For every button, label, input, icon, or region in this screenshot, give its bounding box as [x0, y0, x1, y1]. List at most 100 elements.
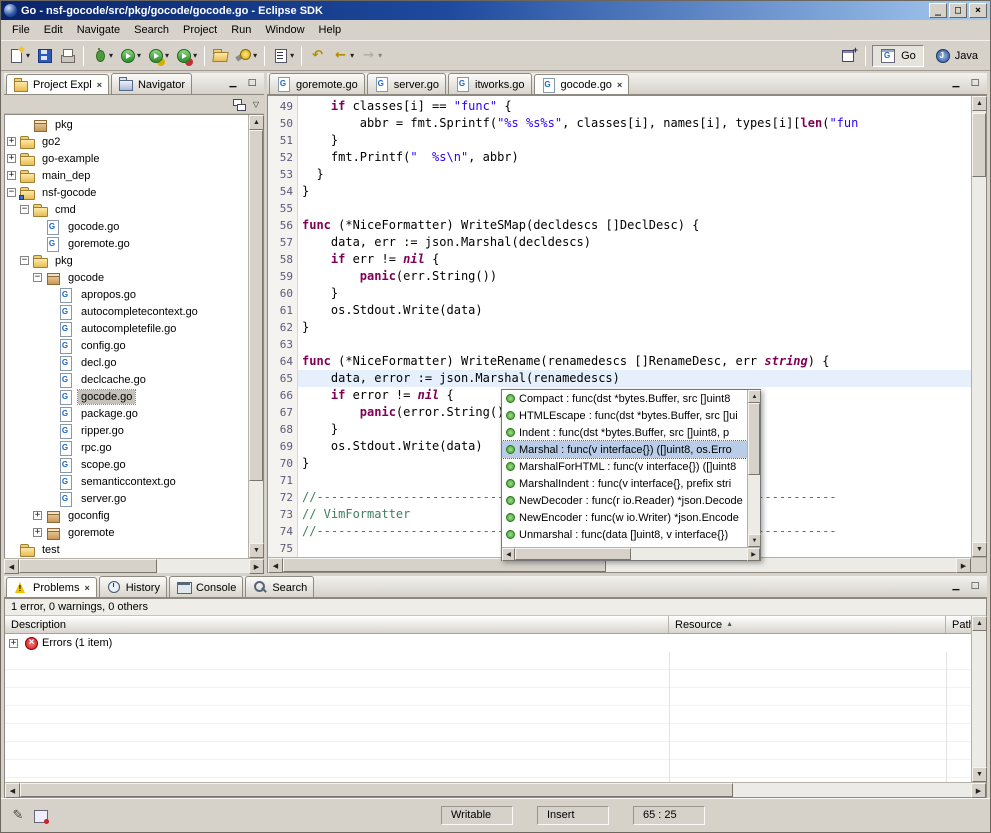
- scroll-thumb[interactable]: [515, 548, 631, 560]
- close-icon[interactable]: ×: [84, 583, 89, 593]
- tree-plus-icon[interactable]: +: [7, 171, 16, 180]
- scroll-thumb[interactable]: [19, 559, 157, 573]
- debug-button[interactable]: ▾: [88, 44, 116, 68]
- view-tab-navigator[interactable]: Navigator: [111, 73, 192, 94]
- view-tab-console[interactable]: Console: [169, 576, 243, 597]
- code-line[interactable]: func (*NiceFormatter) WriteRename(rename…: [298, 353, 971, 370]
- code-line[interactable]: os.Stdout.Write(data): [298, 302, 971, 319]
- scroll-up-icon[interactable]: ▲: [972, 96, 987, 111]
- scroll-down-icon[interactable]: ▼: [972, 542, 987, 557]
- code-line[interactable]: [298, 200, 971, 217]
- external-tools-button[interactable]: ▾: [172, 44, 200, 68]
- tree-item-goremote[interactable]: +goremote: [5, 524, 248, 541]
- tree-item-config-go[interactable]: config.go: [5, 337, 248, 354]
- scroll-thumb[interactable]: [748, 403, 760, 475]
- autocomplete-item[interactable]: MarshalForHTML : func(v interface{}) ([]…: [502, 458, 747, 475]
- autocomplete-item[interactable]: NewDecoder : func(r io.Reader) *json.Dec…: [502, 492, 747, 509]
- code-line[interactable]: }: [298, 132, 971, 149]
- expand-plus-icon[interactable]: +: [9, 639, 18, 648]
- back-dropdown-icon[interactable]: ▾: [350, 51, 354, 60]
- tree-item-go2[interactable]: +go2: [5, 133, 248, 150]
- tree-minus-icon[interactable]: −: [33, 273, 42, 282]
- tree-item-gocode-go[interactable]: gocode.go: [5, 388, 248, 405]
- menu-help[interactable]: Help: [312, 21, 349, 39]
- explorer-vertical-scrollbar[interactable]: ▲ ▼: [248, 115, 263, 558]
- scroll-track[interactable]: [249, 130, 263, 543]
- explorer-maximize-icon[interactable]: □: [244, 77, 260, 90]
- open-resource-button[interactable]: [209, 44, 232, 68]
- explorer-horizontal-scrollbar[interactable]: ◀ ▶: [4, 558, 264, 573]
- scroll-down-icon[interactable]: ▼: [972, 767, 987, 782]
- scroll-track[interactable]: [515, 548, 747, 560]
- tree-item-test[interactable]: test: [5, 541, 248, 558]
- code-line[interactable]: }: [298, 183, 971, 200]
- code-line[interactable]: data, err := json.Marshal(decldescs): [298, 234, 971, 251]
- tree-minus-icon[interactable]: −: [20, 205, 29, 214]
- tree-item-autocompletecontext-go[interactable]: autocompletecontext.go: [5, 303, 248, 320]
- scroll-right-icon[interactable]: ▶: [747, 548, 760, 561]
- view-menu-icon[interactable]: ▽: [253, 100, 259, 109]
- tree-item-goremote-go[interactable]: goremote.go: [5, 235, 248, 252]
- tree-plus-icon[interactable]: +: [7, 137, 16, 146]
- editor-tab-server-go[interactable]: server.go: [367, 73, 446, 94]
- maximize-button[interactable]: □: [949, 3, 967, 18]
- perspective-java[interactable]: Java: [926, 45, 986, 67]
- scroll-left-icon[interactable]: ◀: [502, 548, 515, 561]
- tree-item-server-go[interactable]: server.go: [5, 490, 248, 507]
- save-button[interactable]: [33, 44, 56, 68]
- new-wizard-button[interactable]: ▾: [5, 44, 33, 68]
- line-number-ruler[interactable]: 4950515253545556575859606162636465666768…: [268, 96, 298, 557]
- view-tab-history[interactable]: History: [99, 576, 167, 597]
- scroll-left-icon[interactable]: ◀: [5, 783, 20, 798]
- menu-navigate[interactable]: Navigate: [70, 21, 127, 39]
- tree-item-declcache-go[interactable]: declcache.go: [5, 371, 248, 388]
- run-history-button[interactable]: ▾: [144, 44, 172, 68]
- close-button[interactable]: ×: [969, 3, 987, 18]
- scroll-left-icon[interactable]: ◀: [4, 559, 19, 574]
- code-line[interactable]: func (*NiceFormatter) WriteSMap(decldesc…: [298, 217, 971, 234]
- menu-run[interactable]: Run: [224, 21, 258, 39]
- tree-item-pkg[interactable]: pkg: [5, 116, 248, 133]
- explorer-minimize-icon[interactable]: ▁: [225, 77, 241, 90]
- scroll-thumb[interactable]: [249, 130, 263, 481]
- code-line[interactable]: abbr = fmt.Sprintf("%s %s%s", classes[i]…: [298, 115, 971, 132]
- scroll-track[interactable]: [972, 631, 986, 767]
- next-annotation-dropdown-icon[interactable]: ▾: [290, 51, 294, 60]
- search-dropdown-icon[interactable]: ▾: [253, 51, 257, 60]
- autocomplete-item[interactable]: HTMLEscape : func(dst *bytes.Buffer, src…: [502, 407, 747, 424]
- view-tab-project-expl[interactable]: Project Expl×: [6, 74, 109, 94]
- editor-pencil-icon[interactable]: ✎: [9, 807, 27, 825]
- scroll-track[interactable]: [19, 559, 249, 573]
- editor-tab-itworks-go[interactable]: itworks.go: [448, 73, 532, 94]
- scroll-track[interactable]: [972, 111, 986, 542]
- tree-item-pkg[interactable]: −pkg: [5, 252, 248, 269]
- autocomplete-vertical-scrollbar[interactable]: ▲ ▼: [747, 390, 760, 547]
- code-line[interactable]: fmt.Printf(" %s\n", abbr): [298, 149, 971, 166]
- search-button[interactable]: ▾: [232, 44, 260, 68]
- close-icon[interactable]: ×: [97, 80, 102, 90]
- tree-item-apropos-go[interactable]: apropos.go: [5, 286, 248, 303]
- collapse-all-icon[interactable]: [232, 98, 247, 111]
- autocomplete-item[interactable]: Unmarshal : func(data []uint8, v interfa…: [502, 526, 747, 543]
- tree-plus-icon[interactable]: +: [7, 154, 16, 163]
- menu-search[interactable]: Search: [127, 21, 176, 39]
- editor-vertical-scrollbar[interactable]: ▲ ▼: [971, 96, 986, 557]
- scroll-thumb[interactable]: [972, 113, 986, 177]
- scroll-up-icon[interactable]: ▲: [249, 115, 264, 130]
- tree-item-main-dep[interactable]: +main_dep: [5, 167, 248, 184]
- tree-item-gocode[interactable]: −gocode: [5, 269, 248, 286]
- scroll-track[interactable]: [20, 783, 971, 797]
- tree-plus-icon[interactable]: +: [33, 528, 42, 537]
- run-button[interactable]: ▾: [116, 44, 144, 68]
- autocomplete-item[interactable]: Indent : func(dst *bytes.Buffer, src []u…: [502, 424, 747, 441]
- editor-minimize-icon[interactable]: ▁: [948, 77, 964, 90]
- menu-edit[interactable]: Edit: [37, 21, 70, 39]
- scroll-left-icon[interactable]: ◀: [268, 558, 283, 573]
- last-edit-location-button[interactable]: [306, 44, 329, 68]
- next-annotation-button[interactable]: ▾: [269, 44, 297, 68]
- autocomplete-item[interactable]: MarshalIndent : func(v interface{}, pref…: [502, 475, 747, 492]
- tree-item-gocode-go[interactable]: gocode.go: [5, 218, 248, 235]
- menu-project[interactable]: Project: [176, 21, 224, 39]
- tree-item-goconfig[interactable]: +goconfig: [5, 507, 248, 524]
- autocomplete-item[interactable]: Compact : func(dst *bytes.Buffer, src []…: [502, 390, 747, 407]
